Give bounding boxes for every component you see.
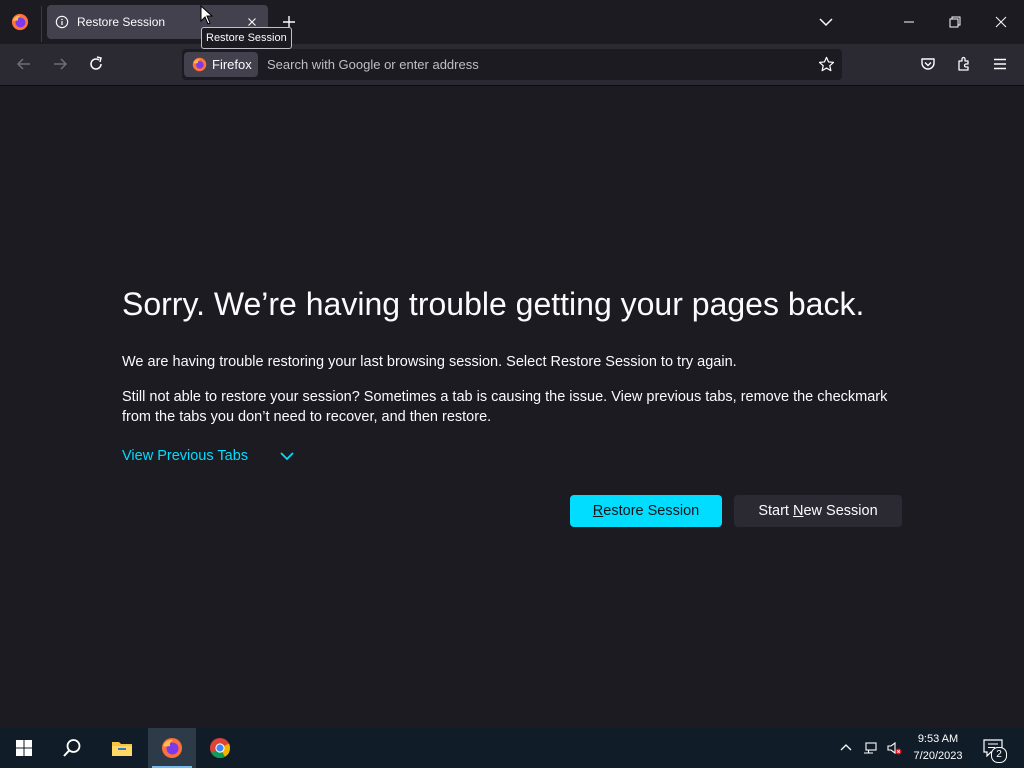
firefox-menu-icon[interactable] [11,13,29,31]
restore-help-text: Still not able to restore your session? … [122,389,888,425]
tab-separator [41,6,42,42]
identity-label: Firefox [212,57,252,72]
minimize-window-icon[interactable] [901,14,917,30]
list-all-tabs-chevron-icon[interactable] [817,13,835,31]
volume-muted-icon[interactable] [886,740,902,756]
address-input-placeholder[interactable]: Search with Google or enter address [267,57,479,72]
tab-title: Restore Session [77,15,166,29]
accesskey-underline: R [592,503,604,519]
chrome-icon [210,738,231,759]
tab-tooltip: Restore Session [201,27,292,49]
reload-icon[interactable] [87,55,105,73]
tab-strip: Restore Session [0,0,1024,44]
forward-arrow-icon[interactable] [51,55,69,73]
network-icon[interactable] [862,740,878,756]
windows-start-icon [16,740,32,756]
address-bar[interactable]: Firefox Search with Google or enter addr… [182,49,842,80]
session-restore-page: Sorry. We’re having trouble getting your… [0,86,1024,728]
identity-box[interactable]: Firefox [184,52,258,77]
chevron-down-icon[interactable] [278,449,296,465]
start-new-session-button[interactable]: Start New Session [734,495,902,527]
info-icon [55,15,69,29]
search-icon [63,739,81,757]
page-title: Sorry. We’re having trouble getting your… [122,286,865,322]
taskbar-search-button[interactable] [48,728,96,768]
clock-date: 7/20/2023 [913,750,963,762]
back-arrow-icon[interactable] [15,55,33,73]
navigation-toolbar: Firefox Search with Google or enter addr… [0,44,1024,86]
restore-session-button[interactable]: Restore Session [570,495,722,527]
button-label: estore Session [603,503,700,519]
button-label-end: ew Session [803,503,878,519]
show-hidden-icons-chevron-up-icon[interactable] [838,740,854,756]
firefox-icon [162,738,182,758]
windows-taskbar: 9:53 AM 7/20/2023 2 [0,728,1024,768]
pocket-icon[interactable] [919,55,937,73]
start-button[interactable] [0,728,48,768]
close-window-icon[interactable] [993,14,1009,30]
taskbar-chrome[interactable] [196,728,244,768]
system-clock[interactable]: 9:53 AM 7/20/2023 [902,731,974,765]
clock-time: 9:53 AM [917,733,959,745]
restore-description: We are having trouble restoring your las… [122,354,737,370]
restore-window-icon[interactable] [947,14,963,30]
bookmark-star-icon[interactable] [818,56,835,73]
accesskey-underline: N [793,503,804,519]
view-previous-tabs-link[interactable]: View Previous Tabs [122,448,248,464]
button-label-start: Start [758,503,793,519]
taskbar-file-explorer[interactable] [98,728,146,768]
extensions-puzzle-icon[interactable] [955,55,973,73]
firefox-logo-icon [192,57,207,72]
app-menu-hamburger-icon[interactable] [991,55,1009,73]
mouse-cursor-icon [200,5,214,25]
taskbar-firefox[interactable] [148,728,196,768]
file-explorer-icon [112,742,132,756]
notification-count-badge: 2 [991,747,1007,763]
